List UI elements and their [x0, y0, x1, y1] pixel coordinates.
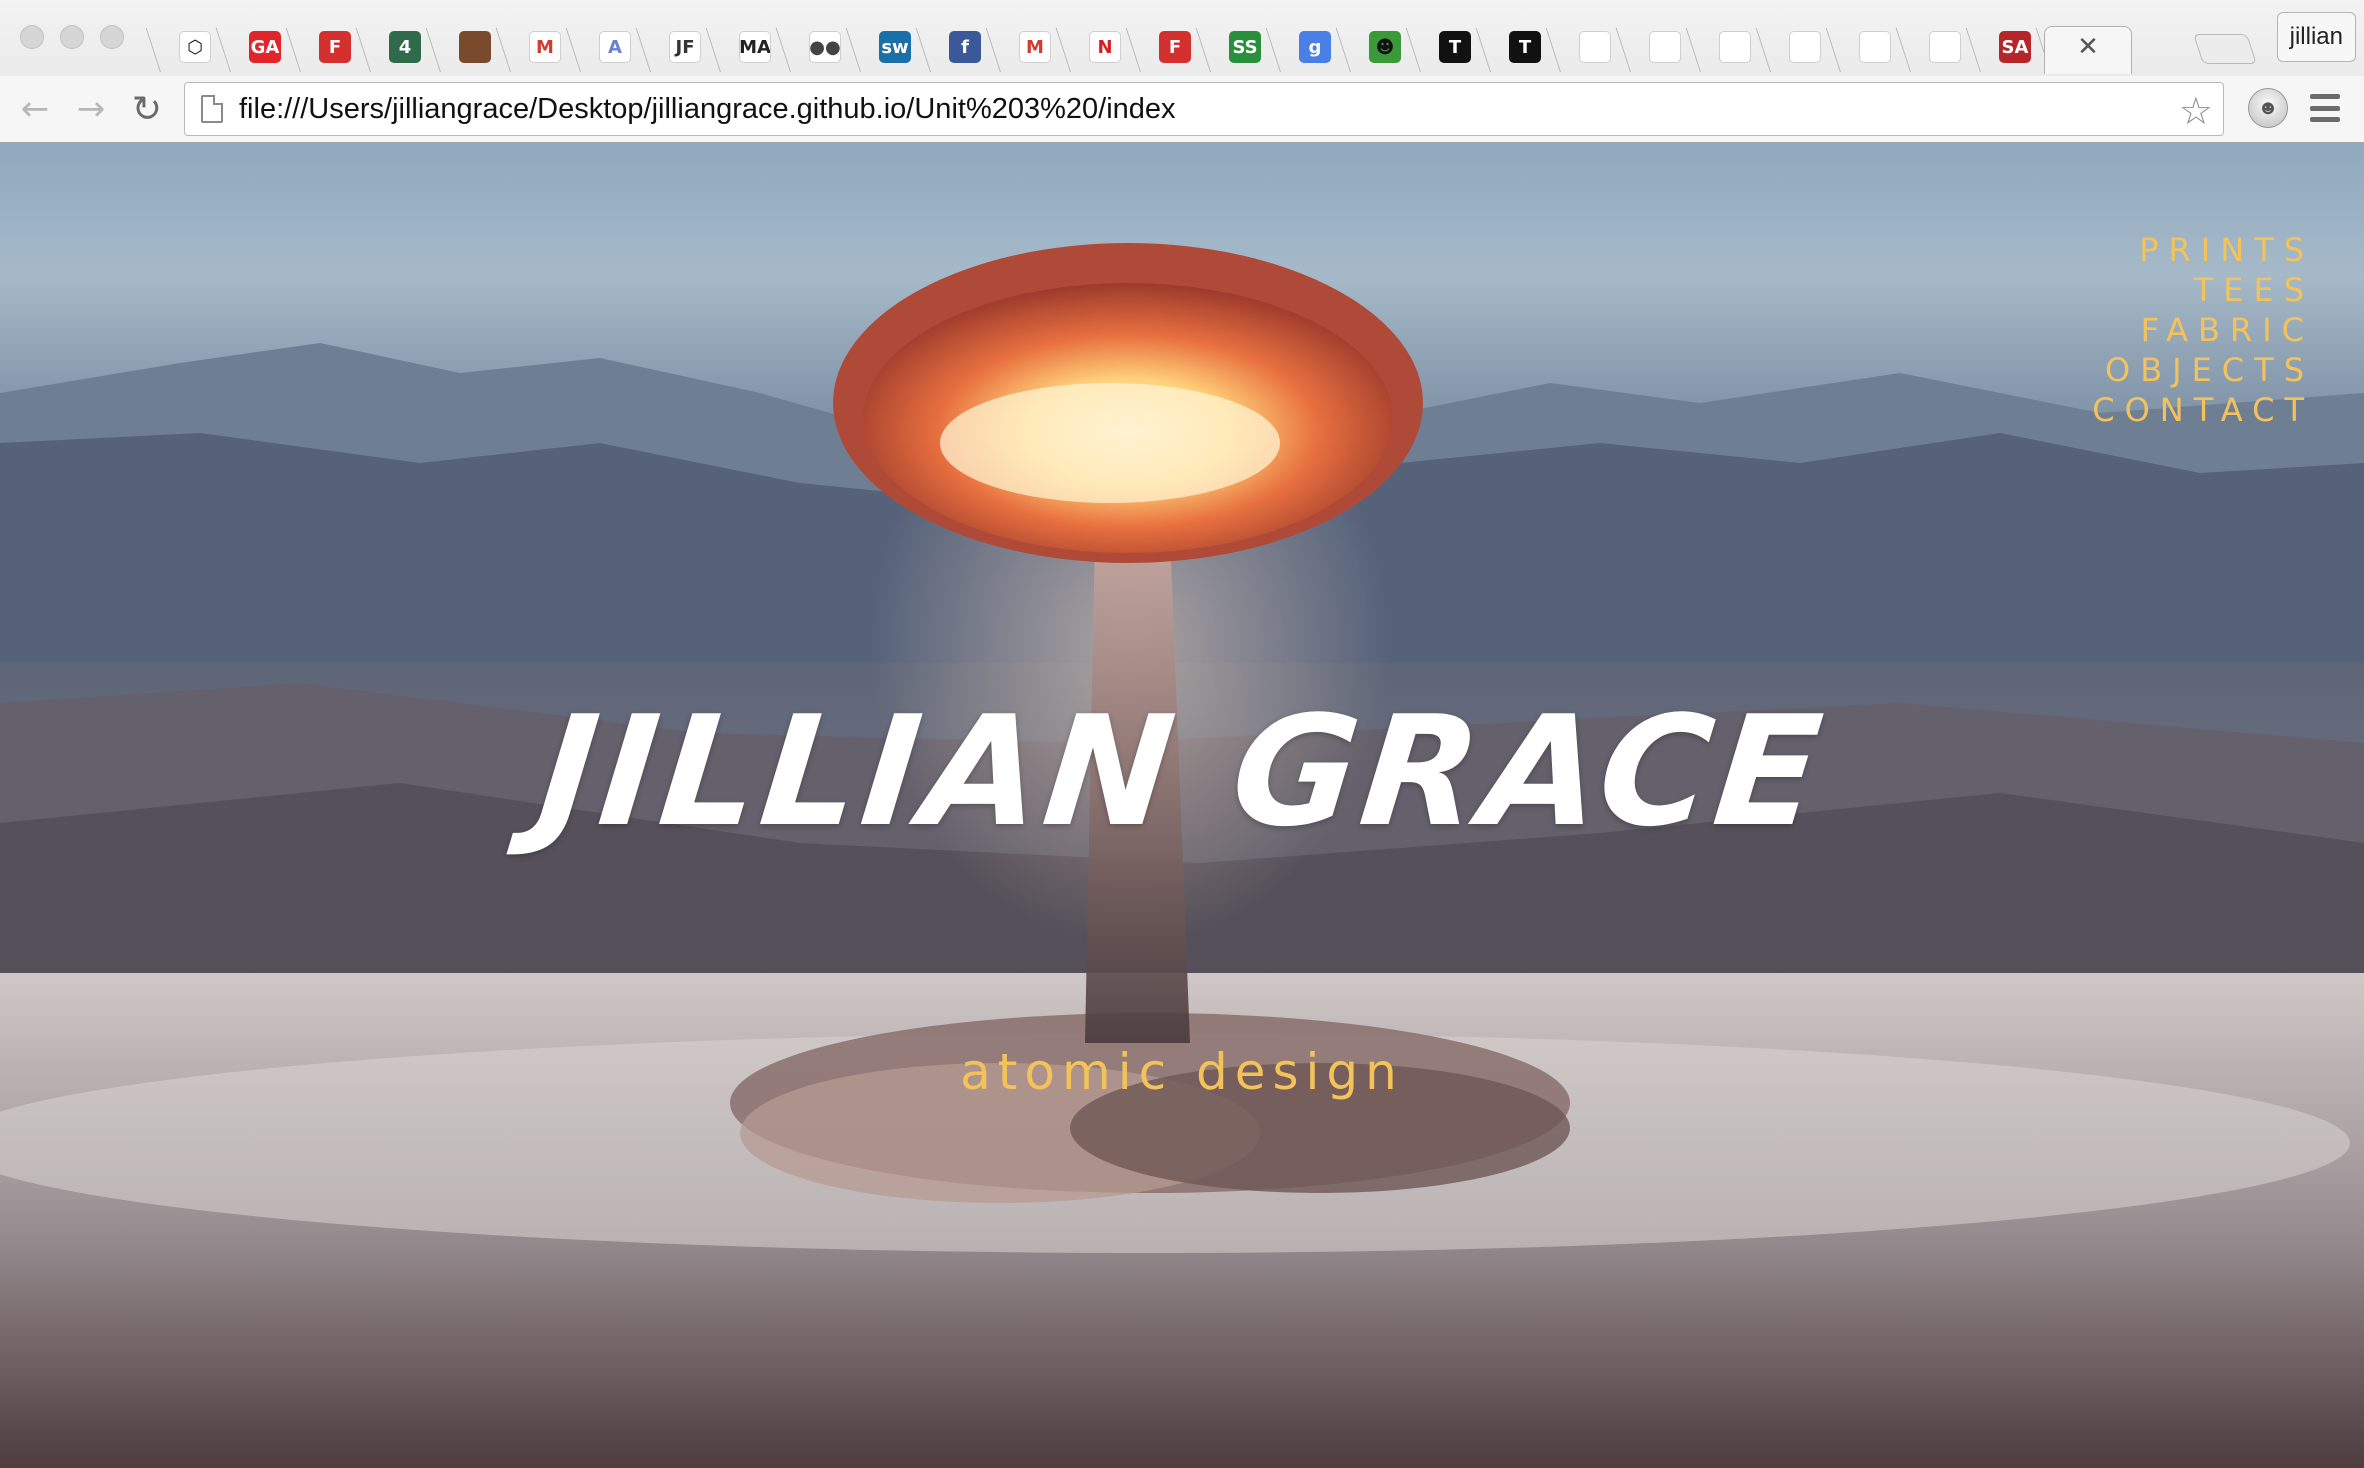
tab-close-icon[interactable]: ✕	[2077, 32, 2099, 62]
forward-button[interactable]: →	[70, 88, 112, 130]
channel4-icon: 4	[389, 31, 421, 63]
codepen-icon: ⬡	[179, 31, 211, 63]
blank-page-icon	[1719, 31, 1751, 63]
address-bar[interactable]: file:///Users/jilliangrace/Desktop/jilli…	[184, 82, 2224, 136]
url-text[interactable]: file:///Users/jilliangrace/Desktop/jilli…	[239, 93, 1176, 126]
window-controls	[20, 25, 124, 49]
circles-icon: ●●	[809, 31, 841, 63]
forward-arrow-icon: →	[76, 89, 106, 129]
new-tab-button[interactable]	[2193, 34, 2257, 64]
sa-icon: SA	[1999, 31, 2031, 63]
browser-toolbar: ← → ↻ file:///Users/jilliangrace/Desktop…	[0, 76, 2364, 142]
site-title: JILLIAN GRACE	[531, 683, 1833, 860]
nav-link-fabric[interactable]: FABRIC	[2092, 310, 2314, 350]
netflix-icon: N	[1089, 31, 1121, 63]
silhouette-icon: ☻	[1369, 31, 1401, 63]
reload-icon: ↻	[131, 88, 163, 130]
blank-page-icon	[1929, 31, 1961, 63]
jf-icon: JF	[669, 31, 701, 63]
t-icon: T	[1439, 31, 1471, 63]
nav-link-prints[interactable]: PRINTS	[2092, 230, 2314, 270]
blank-page-icon	[1789, 31, 1821, 63]
close-window-button[interactable]	[20, 25, 44, 49]
general-assembly-icon: GA	[249, 31, 281, 63]
reload-button[interactable]: ↻	[126, 88, 168, 130]
profile-button[interactable]: jillian	[2276, 12, 2356, 62]
fiveby-icon: F	[319, 31, 351, 63]
font-a-icon: A	[599, 31, 631, 63]
t-icon: T	[1509, 31, 1541, 63]
bookmark-star-icon[interactable]: ☆	[2179, 89, 2213, 133]
portrait-icon	[459, 31, 491, 63]
back-arrow-icon: ←	[20, 89, 50, 129]
sw-icon: sw	[879, 31, 911, 63]
page-viewport: PRINTS TEES FABRIC OBJECTS CONTACT JILLI…	[0, 143, 2364, 1468]
blank-page-icon	[1859, 31, 1891, 63]
nav-link-contact[interactable]: CONTACT	[2092, 390, 2314, 430]
gmail-icon: M	[529, 31, 561, 63]
fiveby-icon: F	[1159, 31, 1191, 63]
browser-tab-active[interactable]: ✕	[2044, 22, 2132, 74]
blank-page-icon	[1649, 31, 1681, 63]
gmail-icon: M	[1019, 31, 1051, 63]
back-button[interactable]: ←	[14, 88, 56, 130]
ss-icon: SS	[1229, 31, 1261, 63]
minimize-window-button[interactable]	[60, 25, 84, 49]
tab-strip: ⬡ GA F 4 M A JF MA ●● sw f M N F SS g ☻ T T SA ✕	[160, 18, 2274, 74]
nav-link-objects[interactable]: OBJECTS	[2092, 350, 2314, 390]
blank-page-icon	[1579, 31, 1611, 63]
zoom-window-button[interactable]	[100, 25, 124, 49]
browser-menu-icon[interactable]	[2310, 94, 2340, 122]
profile-name: jillian	[2289, 23, 2343, 50]
page-icon	[201, 95, 223, 123]
extension-icon[interactable]: ☻	[2248, 88, 2288, 128]
google-icon: g	[1299, 31, 1331, 63]
nav-link-tees[interactable]: TEES	[2092, 270, 2314, 310]
site-tagline: atomic design	[960, 1043, 1404, 1101]
browser-chrome: ⬡ GA F 4 M A JF MA ●● sw f M N F SS g ☻ T T SA ✕ jillian ← →…	[0, 0, 2364, 143]
facebook-icon: f	[949, 31, 981, 63]
main-nav: PRINTS TEES FABRIC OBJECTS CONTACT	[2092, 230, 2314, 430]
ma-icon: MA	[739, 31, 771, 63]
